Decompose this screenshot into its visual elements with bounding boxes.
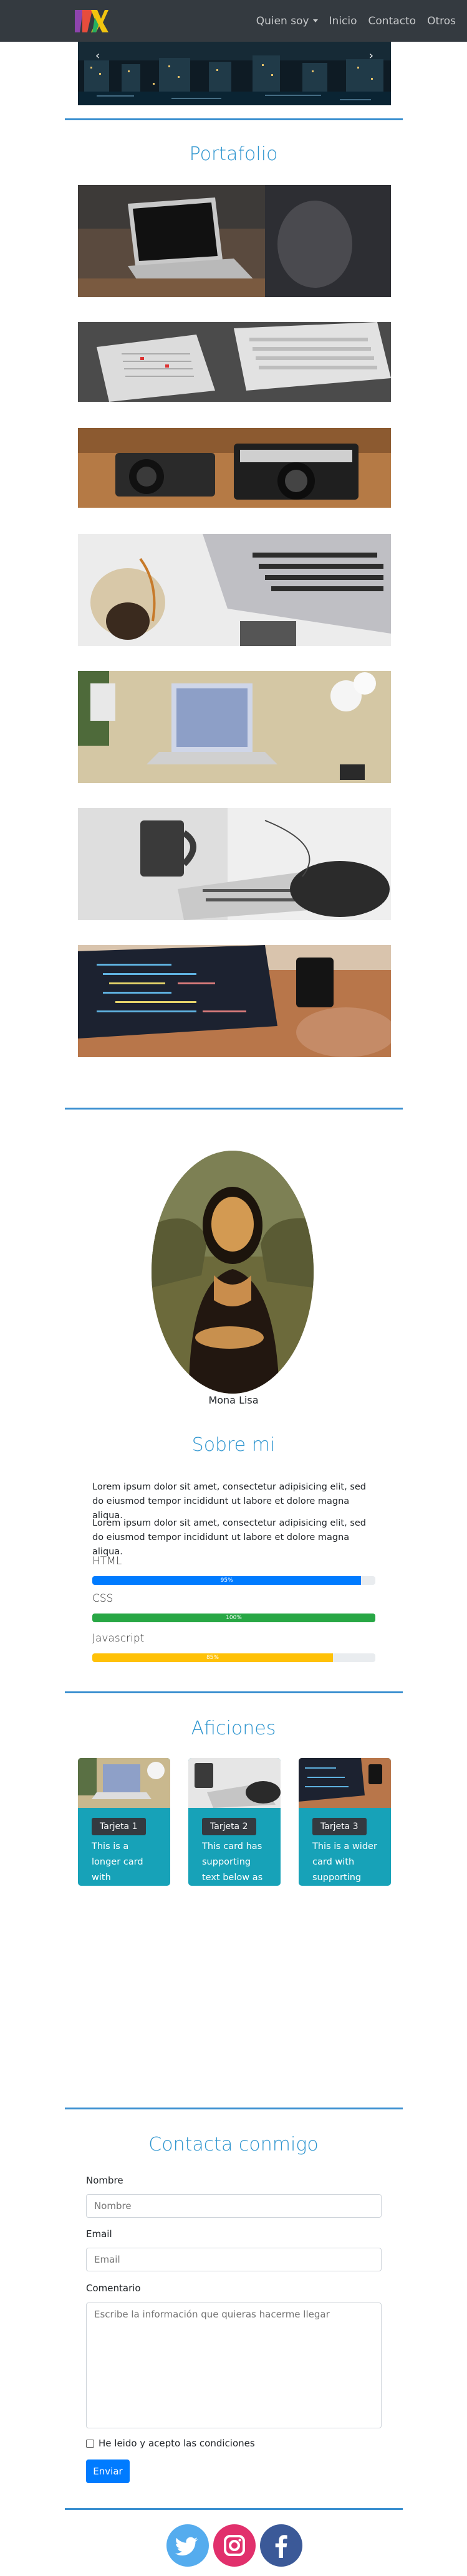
nav-label: Quien soy <box>256 15 309 27</box>
skill-bar-fill: 100% <box>92 1614 375 1622</box>
hobby-card-1: Tarjeta 1 This is a longer card with sup… <box>78 1758 170 1886</box>
section-divider <box>65 1691 403 1693</box>
about-title: Sobre mi <box>191 1434 276 1456</box>
email-label: Email <box>86 2228 112 2240</box>
hero-carousel: ‹ › <box>78 42 391 105</box>
terms-checkbox[interactable] <box>86 2439 94 2448</box>
name-input[interactable] <box>86 2194 382 2218</box>
carousel-prev-icon[interactable]: ‹ <box>95 49 100 62</box>
skill-bar-fill: 85% <box>92 1653 333 1662</box>
section-divider <box>65 2508 403 2510</box>
navbar: Quien soy Inicio Contacto Otros <box>0 0 467 42</box>
skill-label-css: CSS <box>92 1592 113 1605</box>
portfolio-image-coding[interactable] <box>78 945 391 1057</box>
card-text: This is a wider card with supporting tex… <box>312 1842 377 1883</box>
section-divider <box>65 118 403 120</box>
card-text: This card has supporting text below as a… <box>202 1842 263 1883</box>
section-divider <box>65 1108 403 1110</box>
hobby-card-2: Tarjeta 2 This card has supporting text … <box>188 1758 281 1886</box>
portfolio-title: Portafolio <box>189 143 278 165</box>
hobbies-title: Aficiones <box>191 1718 276 1739</box>
brand-logo[interactable] <box>74 6 108 36</box>
portfolio-image-laptop-desk[interactable] <box>78 185 391 297</box>
skill-bar-javascript: 85% <box>92 1653 375 1662</box>
card-text: This is a longer card with supporting te… <box>92 1842 143 1883</box>
nav-item-contacto[interactable]: Contacto <box>368 15 416 27</box>
skill-label-html: HTML <box>92 1555 122 1567</box>
skill-bar-fill: 95% <box>92 1576 362 1585</box>
portfolio-image-calendar-keyboard[interactable] <box>78 322 391 402</box>
mona-lisa-image <box>152 1151 314 1394</box>
skill-label-javascript: Javascript <box>92 1632 145 1645</box>
image-caption: Mona Lisa <box>208 1394 259 1406</box>
portfolio-image-workspace[interactable] <box>78 671 391 783</box>
terms-checkbox-row[interactable]: He leido y acepto las condiciones <box>86 2438 255 2449</box>
skill-bar-css: 100% <box>92 1614 375 1622</box>
portfolio-image-mug-mouse[interactable] <box>78 808 391 920</box>
card-badge: Tarjeta 3 <box>312 1818 367 1835</box>
card-badge: Tarjeta 2 <box>202 1818 256 1835</box>
nav-item-otros[interactable]: Otros <box>427 15 456 27</box>
hobby-card-3: Tarjeta 3 This is a wider card with supp… <box>299 1758 391 1886</box>
section-divider <box>65 2108 403 2109</box>
facebook-icon[interactable] <box>260 2524 302 2567</box>
card-image <box>299 1758 391 1808</box>
twitter-icon[interactable] <box>166 2524 209 2567</box>
portfolio-image-coffee-laptop[interactable] <box>78 534 391 646</box>
comment-textarea[interactable] <box>86 2303 382 2428</box>
card-image <box>188 1758 281 1808</box>
contact-title: Contacta conmigo <box>148 2134 319 2155</box>
terms-label: He leido y acepto las condiciones <box>99 2438 255 2449</box>
skill-bar-html: 95% <box>92 1576 375 1585</box>
about-paragraph: Lorem ipsum dolor sit amet, consectetur … <box>92 1518 366 1557</box>
nav-item-inicio[interactable]: Inicio <box>329 15 357 27</box>
comment-label: Comentario <box>86 2283 141 2294</box>
name-label: Nombre <box>86 2175 123 2186</box>
card-image <box>78 1758 170 1808</box>
portfolio-image-cameras[interactable] <box>78 428 391 508</box>
card-badge: Tarjeta 1 <box>92 1818 146 1835</box>
instagram-icon[interactable] <box>213 2524 256 2567</box>
caret-down-icon <box>312 19 318 22</box>
email-input[interactable] <box>86 2248 382 2271</box>
carousel-next-icon[interactable]: › <box>369 49 373 62</box>
submit-button[interactable]: Enviar <box>86 2460 130 2483</box>
nav-item-quien-soy[interactable]: Quien soy <box>256 15 318 27</box>
